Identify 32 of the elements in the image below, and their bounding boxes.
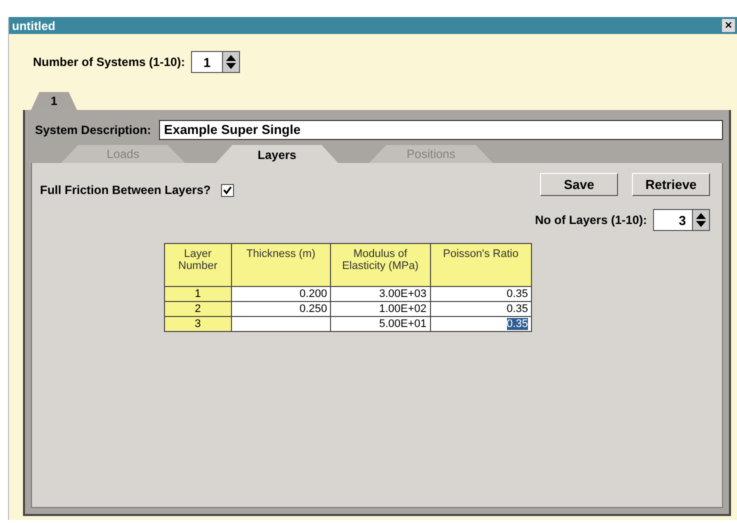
systems-label: Number of Systems (1-10): — [33, 55, 186, 69]
poisson-cell[interactable]: 0.35 — [430, 316, 532, 332]
spinner-arrows-icon[interactable] — [222, 52, 240, 72]
layer-number-cell: 1 — [164, 286, 232, 302]
column-header: Layer Number — [164, 244, 232, 286]
close-button[interactable]: × — [722, 19, 735, 32]
layers-count-label: No of Layers (1-10): — [534, 213, 647, 227]
column-header: Modulus of Elasticity (MPa) — [330, 244, 430, 286]
modulus-cell[interactable]: 1.00E+02 — [330, 302, 430, 316]
poisson-cell[interactable]: 0.35 — [430, 286, 532, 302]
thickness-cell[interactable] — [231, 316, 331, 332]
window-title: untitled — [12, 18, 56, 32]
modulus-cell[interactable]: 3.00E+03 — [330, 286, 430, 302]
toolbar-button[interactable]: Retrieve — [632, 173, 710, 196]
spinner-arrows-icon[interactable] — [692, 210, 709, 230]
friction-label: Full Friction Between Layers? — [40, 183, 211, 197]
systems-spinner[interactable]: 1 — [191, 51, 240, 73]
tab[interactable]: Layers — [215, 145, 339, 164]
column-header: Poisson's Ratio — [430, 244, 532, 286]
column-header: Thickness (m) — [231, 244, 331, 286]
description-label: System Description: — [35, 123, 152, 137]
layer-number-cell: 2 — [164, 302, 232, 316]
description-field[interactable]: Example Super Single — [159, 120, 723, 140]
layers-count-spinner[interactable]: 3 — [653, 209, 710, 231]
thickness-cell[interactable]: 0.250 — [231, 302, 331, 316]
poisson-cell[interactable]: 0.35 — [430, 302, 532, 316]
toolbar-button[interactable]: Save — [540, 173, 618, 196]
modulus-cell[interactable]: 5.00E+01 — [330, 316, 430, 332]
thickness-cell[interactable]: 0.200 — [231, 286, 331, 302]
layer-number-cell: 3 — [164, 316, 232, 332]
friction-checkbox[interactable] — [220, 184, 234, 196]
system-tab[interactable]: 1 — [31, 92, 77, 110]
